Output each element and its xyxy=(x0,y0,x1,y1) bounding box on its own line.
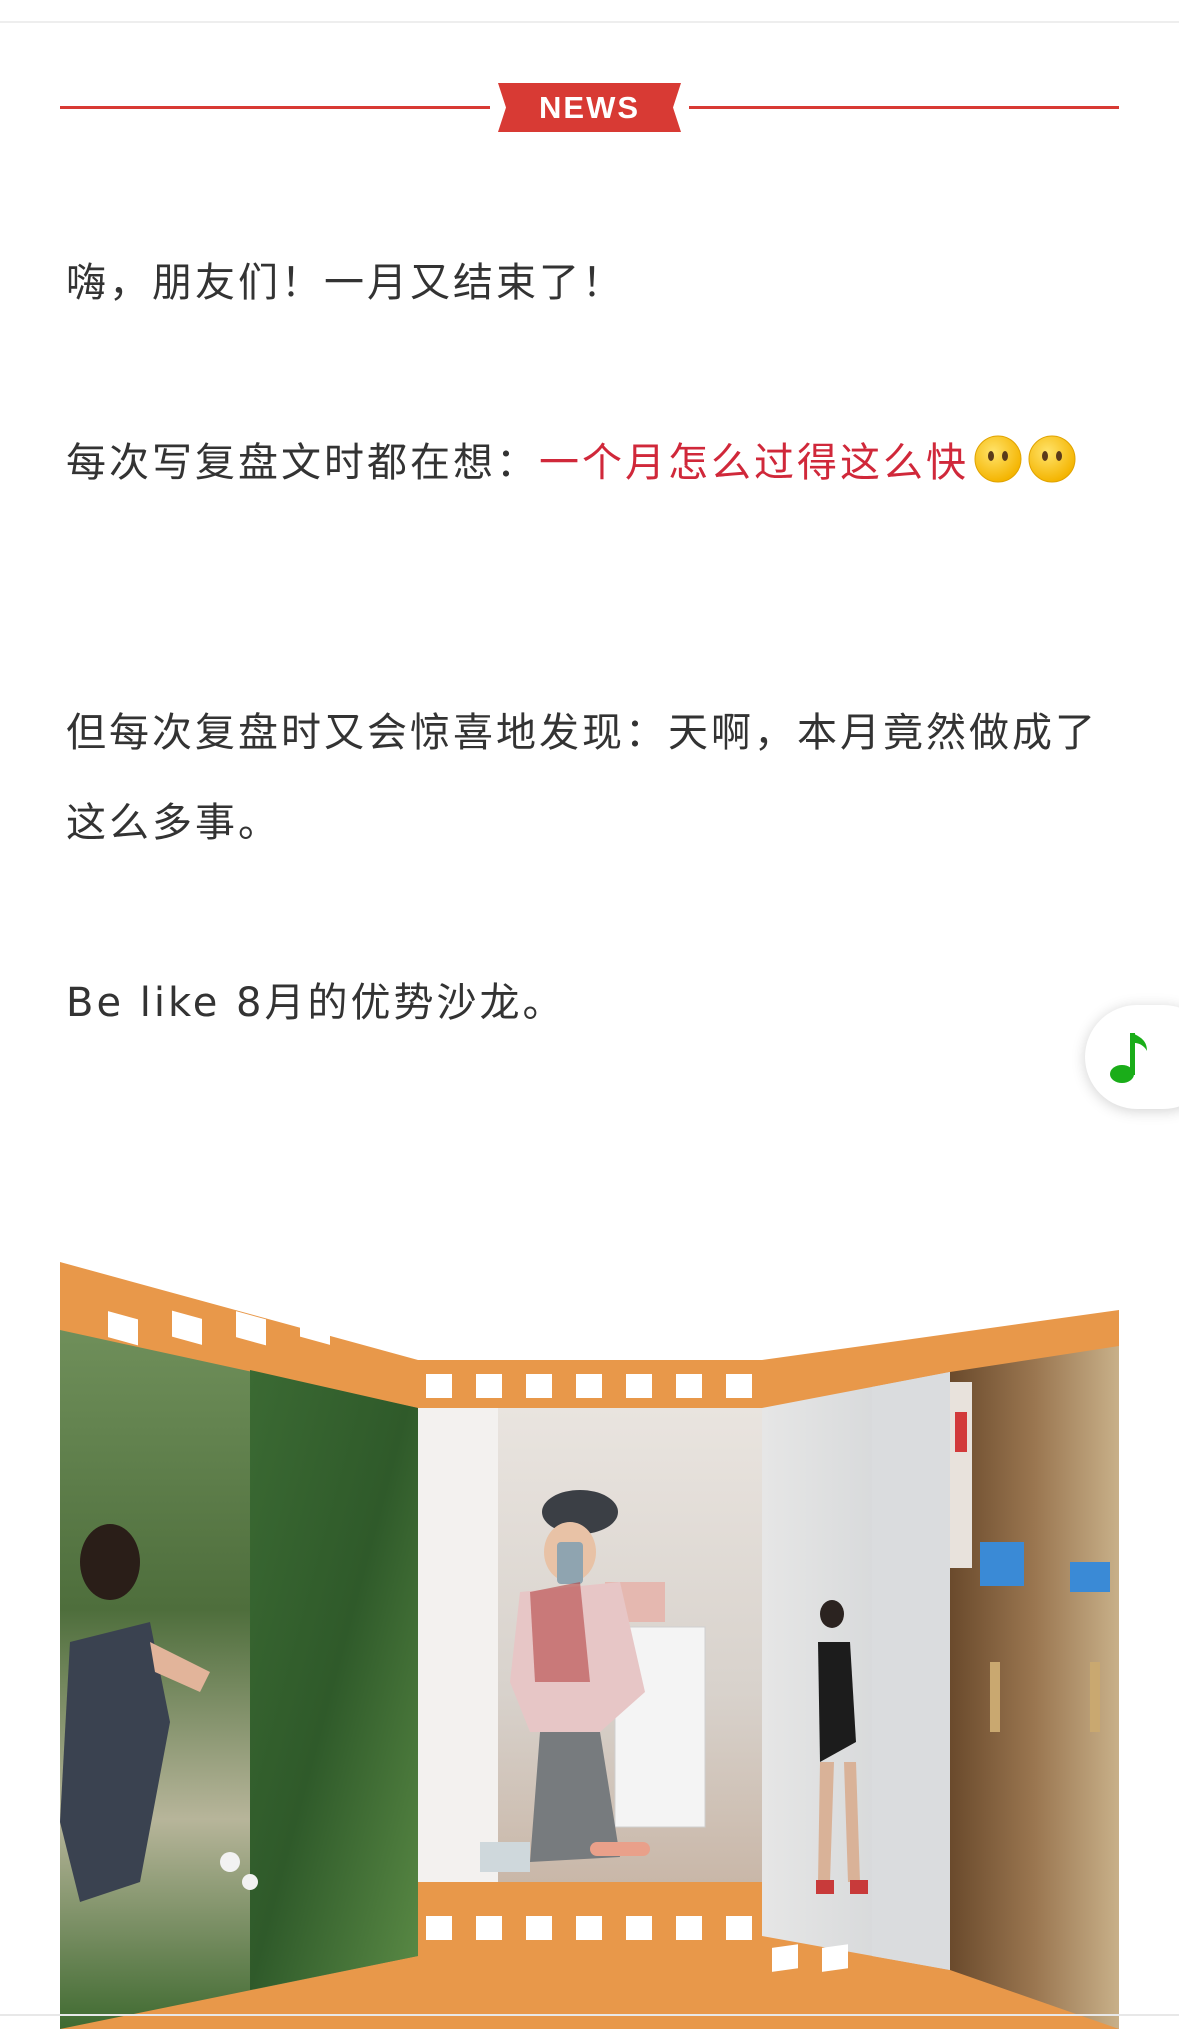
paragraph-closing: Be like 8月的优势沙龙。 xyxy=(66,980,566,1026)
news-badge-label: NEWS xyxy=(539,90,640,125)
paragraph-discovery: 但每次复盘时又会惊喜地发现：天啊，本月竟然做成了这么多事。 xyxy=(66,710,1098,846)
photo-elevator-hall xyxy=(950,1346,1119,2029)
bottom-divider xyxy=(0,2014,1179,2016)
top-divider xyxy=(0,21,1179,23)
music-player-button[interactable] xyxy=(1085,1005,1179,1109)
paragraph-reflection-prefix: 每次写复盘文时都在想： xyxy=(66,440,539,486)
music-note-icon xyxy=(1110,1033,1147,1083)
film-strip-collage xyxy=(60,1262,1119,2029)
paragraph-reflection: 每次写复盘文时都在想：一个月怎么过得这么快 xyxy=(66,418,1118,508)
photo-woman-in-park xyxy=(60,1262,418,2029)
face-without-mouth-emoji xyxy=(1028,435,1076,483)
film-strip-graphic xyxy=(60,1262,1119,2029)
paragraph-greeting: 嗨，朋友们！一月又结束了！ xyxy=(66,260,625,306)
article-page: NEWS 嗨，朋友们！一月又结束了！ 每次写复盘文时都在想：一个月怎么过得这么快 xyxy=(0,0,1179,2029)
news-line-left xyxy=(60,106,490,109)
news-badge: NEWS xyxy=(490,83,689,132)
news-line-right xyxy=(689,106,1119,109)
highlight-text: 一个月怎么过得这么快 xyxy=(539,440,969,486)
film-sprockets-right-top xyxy=(772,1262,1098,1322)
face-without-mouth-emoji xyxy=(974,435,1022,483)
